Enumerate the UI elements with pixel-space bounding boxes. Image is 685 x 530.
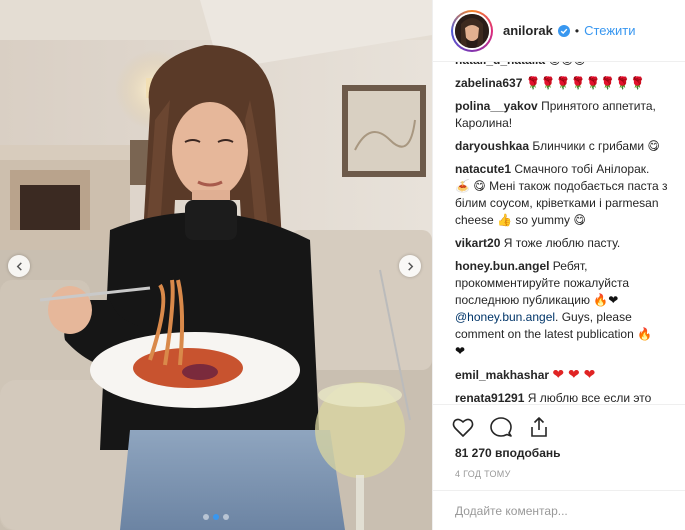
add-comment-bar — [433, 490, 685, 530]
grin-emoji-icon: 😋 — [647, 139, 660, 153]
fire-emoji-icon: 🔥 — [637, 327, 653, 341]
carousel-dot — [203, 514, 209, 520]
red-heart-icon: ❤ ❤ ❤ — [552, 366, 596, 382]
comment-item: vikart20 Я тоже люблю пасту. — [455, 235, 669, 252]
post-photo[interactable] — [0, 0, 432, 530]
comment-item: emil_makhashar ❤ ❤ ❤ — [455, 366, 669, 384]
comment-username[interactable]: zabelina637 — [455, 76, 522, 90]
mention-link[interactable]: @honey.bun.angel — [455, 310, 555, 324]
comment-text: Блинчики с грибами — [532, 139, 645, 153]
next-slide-button[interactable] — [399, 255, 421, 277]
post-details-panel: anilorak • Стежити natali_d_natalia 😊😊😊 … — [432, 0, 685, 530]
comment-username[interactable]: emil_makhashar — [455, 368, 549, 382]
share-icon[interactable] — [527, 415, 551, 439]
post-header: anilorak • Стежити — [433, 0, 685, 62]
black-heart-icon: ❤ — [608, 293, 619, 307]
thumb-emoji-icon: 👍 — [497, 213, 512, 227]
drool-emoji-icon: 🍝 😋 — [455, 179, 486, 193]
instagram-post: anilorak • Стежити natali_d_natalia 😊😊😊 … — [0, 0, 685, 530]
previous-slide-button[interactable] — [8, 255, 30, 277]
comment-username[interactable]: natacute1 — [455, 162, 511, 176]
like-heart-icon[interactable] — [451, 415, 475, 439]
comment-input[interactable] — [455, 504, 675, 518]
username[interactable]: anilorak — [503, 23, 553, 38]
black-heart-icon: ❤ — [455, 344, 466, 358]
comments-list: natali_d_natalia 😊😊😊 zabelina637 🌹🌹🌹🌹🌹🌹🌹… — [433, 62, 685, 404]
avatar-image — [455, 13, 489, 48]
chevron-left-icon — [16, 261, 22, 271]
likes-count[interactable]: 81 270 вподобань — [455, 446, 561, 460]
action-bar — [433, 404, 685, 444]
comment-item: polina__yakov Принятого аппетита, Кароли… — [455, 98, 669, 132]
comment-item: renata91291 Я люблю все если это очень в… — [455, 390, 669, 404]
carousel-dot — [223, 514, 229, 520]
carousel-indicator — [0, 514, 432, 520]
comment-username[interactable]: polina__yakov — [455, 99, 538, 113]
comment-username[interactable]: renata91291 — [455, 391, 524, 404]
comment-item: natali_d_natalia 😊😊😊 — [455, 62, 669, 69]
post-image — [0, 0, 432, 530]
comment-username[interactable]: natali_d_natalia — [455, 62, 545, 67]
post-timestamp: 4 ГОД ТОМУ — [455, 469, 511, 479]
comment-text: Смачного тобі Анілорак. — [514, 162, 650, 176]
comment-username[interactable]: daryoushkaa — [455, 139, 529, 153]
fire-emoji-icon: 🔥 — [593, 293, 609, 307]
grin-emoji-icon: 😊😊😊 — [548, 62, 586, 67]
comment-username[interactable]: vikart20 — [455, 236, 500, 250]
chevron-right-icon — [407, 261, 413, 271]
comment-item: daryoushkaa Блинчики с грибами 😋 — [455, 138, 669, 155]
comment-bubble-icon[interactable] — [489, 415, 513, 439]
comment-text: Я тоже люблю пасту. — [503, 236, 621, 250]
comment-item: natacute1 Смачного тобі Анілорак. 🍝 😋 Ме… — [455, 161, 669, 229]
follow-button[interactable]: Стежити — [584, 23, 635, 38]
separator-dot: • — [574, 23, 580, 38]
yum-emoji-icon: 😋 — [573, 213, 586, 227]
avatar[interactable] — [451, 9, 493, 52]
comment-item: zabelina637 🌹🌹🌹🌹🌹🌹🌹🌹 — [455, 75, 669, 92]
rose-emoji-icon: 🌹🌹🌹🌹🌹🌹🌹🌹 — [525, 76, 646, 90]
comment-text: so yummy — [515, 213, 571, 227]
verified-badge-icon — [557, 24, 570, 37]
comment-username[interactable]: honey.bun.angel — [455, 259, 549, 273]
comment-item: honey.bun.angel Ребят, прокомментируйте … — [455, 258, 669, 360]
carousel-dot-active — [213, 514, 219, 520]
